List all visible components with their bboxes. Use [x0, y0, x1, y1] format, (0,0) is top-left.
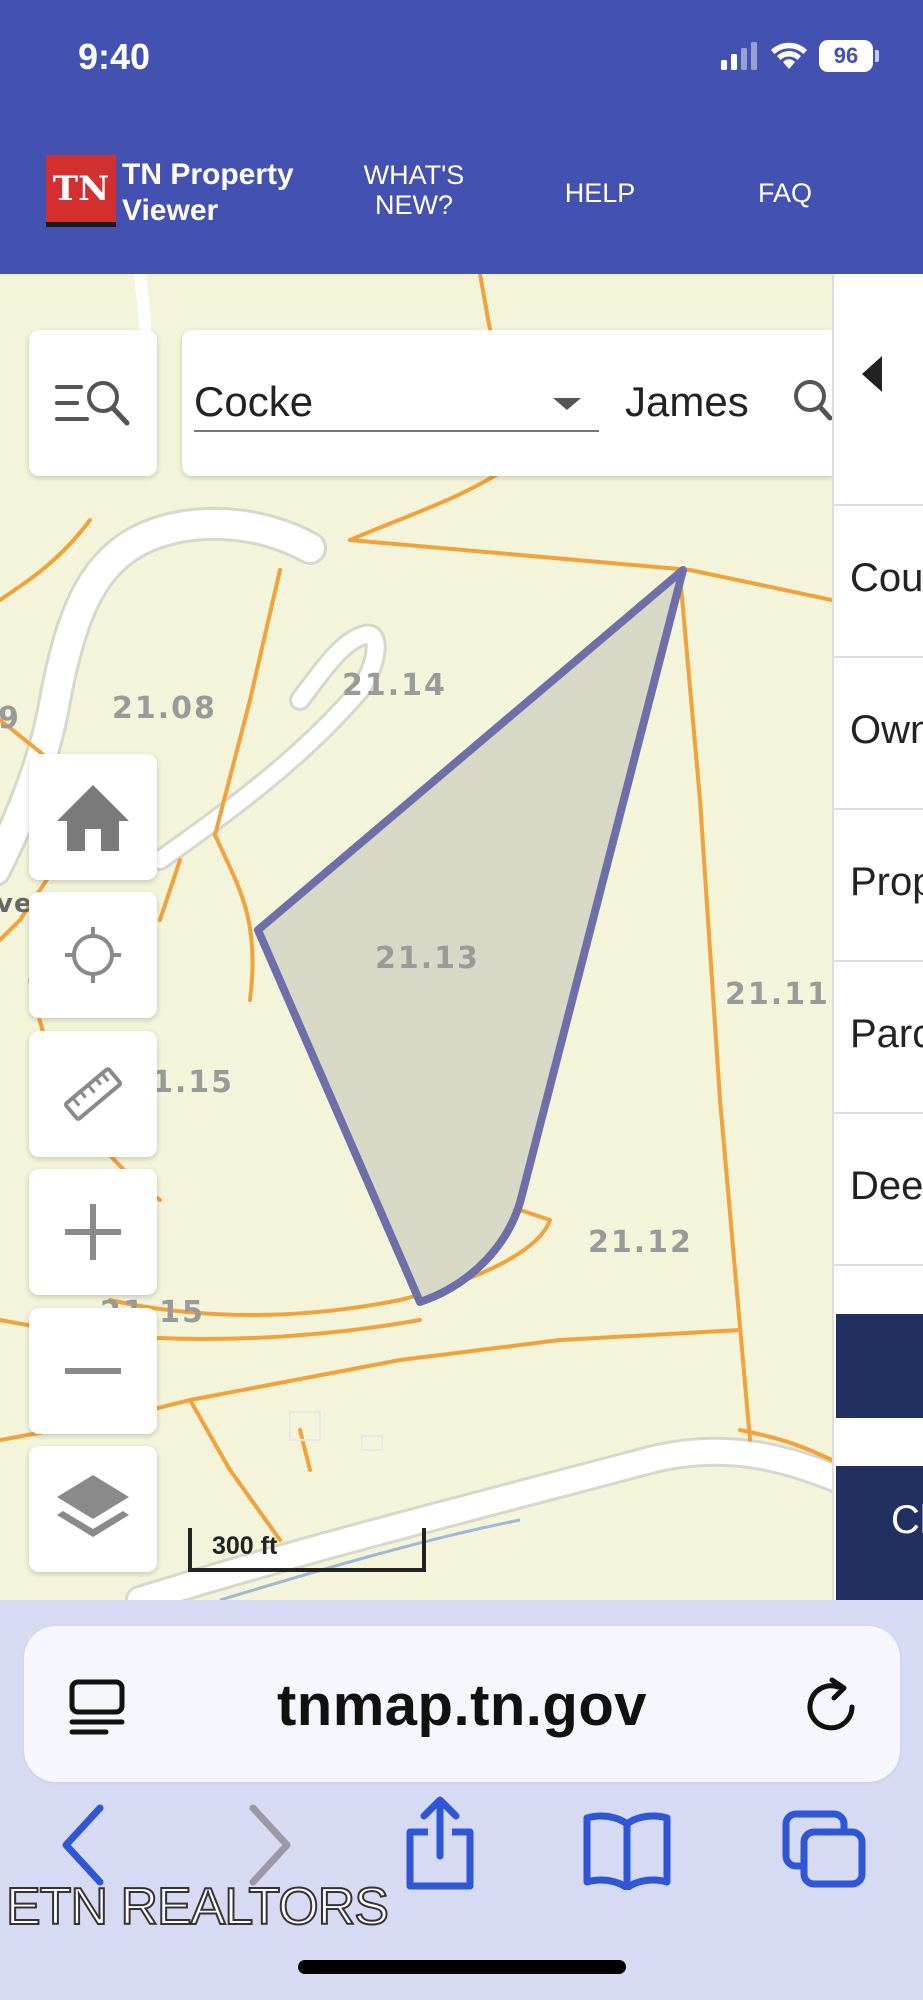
panel-clear-button[interactable]: Cl [836, 1466, 923, 1600]
zoom-out-button[interactable] [29, 1308, 157, 1434]
parcel-label: 21.12 [588, 1225, 693, 1260]
panel-action-button[interactable] [836, 1314, 923, 1418]
panel-row-owner: Own [834, 656, 923, 806]
map-scale-bar: 300 ft [188, 1528, 426, 1572]
search-bar: Cocke James [182, 330, 832, 476]
parcel-label: 21.14 [342, 668, 447, 703]
status-time: 9:40 [78, 36, 151, 77]
collapse-panel-icon[interactable] [862, 356, 882, 392]
battery-indicator: 96 [819, 40, 873, 72]
parcel-label: 1.15 [152, 1065, 234, 1100]
app-title[interactable]: TN Property Viewer [122, 157, 332, 229]
parcel-label: 9 [0, 701, 21, 736]
layers-button[interactable] [29, 1446, 157, 1572]
url-text: tnmap.tn.gov [276, 1673, 648, 1738]
plus-icon [65, 1204, 121, 1260]
battery-tip [875, 50, 879, 62]
nav-whats-new-line1: WHAT'S [363, 160, 465, 190]
tn-logo[interactable]: TN [46, 155, 116, 227]
locate-button[interactable] [29, 892, 157, 1018]
search-options-button[interactable] [29, 330, 157, 476]
home-icon [57, 785, 129, 851]
panel-row-label: Parc [850, 1012, 923, 1056]
ruler-icon [63, 1067, 123, 1121]
layers-icon [57, 1475, 129, 1537]
app-title-line1: TN Property [122, 158, 294, 191]
app-title-line2: Viewer [122, 194, 219, 227]
panel-row-label: Own [850, 708, 923, 752]
cellular-signal-icon [721, 42, 757, 70]
panel-row-label: Dee [850, 1164, 923, 1208]
home-button[interactable] [29, 754, 157, 880]
panel-row-property: Prop [834, 808, 923, 958]
parcel-details-panel: Cou Own Prop Parc Dee Cl [832, 274, 923, 1600]
nav-faq[interactable]: FAQ [740, 178, 830, 208]
county-select-value: Cocke [194, 378, 314, 425]
panel-row-deed: Dee [834, 1112, 923, 1262]
measure-button[interactable] [29, 1031, 157, 1157]
nav-whats-new[interactable]: WHAT'S NEW? [354, 160, 474, 220]
parcel-label: 21.08 [112, 691, 217, 726]
map-scale-label: 300 ft [212, 1532, 278, 1560]
dropdown-caret-icon [553, 398, 581, 410]
reload-icon[interactable] [800, 1676, 862, 1738]
watermark: ETN REALTORS [5, 1877, 390, 1937]
panel-clear-label: Cl [891, 1498, 923, 1542]
home-indicator[interactable] [298, 1960, 626, 1974]
zoom-in-button[interactable] [29, 1169, 157, 1295]
panel-row-label: Cou [850, 556, 923, 600]
parcel-label: 21.11 [725, 977, 830, 1012]
panel-row-parcel: Parc [834, 960, 923, 1110]
browser-bottom-bar: tnmap.tn.gov ETN REALTORS [0, 1600, 923, 2000]
minus-icon [65, 1368, 121, 1374]
app-header: 9:40 96 TN TN Property Viewer WHAT'S NEW… [0, 0, 923, 274]
tabs-icon[interactable] [782, 1810, 868, 1890]
panel-divider [834, 1264, 923, 1266]
county-select[interactable]: Cocke [194, 368, 599, 432]
filter-search-icon [55, 381, 130, 426]
nav-help[interactable]: HELP [550, 178, 650, 208]
bookmarks-icon[interactable] [582, 1810, 672, 1890]
parcel-label: 21.13 [375, 941, 480, 976]
search-icon[interactable] [792, 378, 832, 422]
panel-row-label: Prop [850, 860, 923, 904]
wifi-icon [771, 42, 807, 69]
status-icons: 96 [719, 40, 879, 72]
address-bar[interactable]: tnmap.tn.gov [24, 1626, 900, 1782]
crosshair-icon [65, 927, 121, 983]
share-icon[interactable] [402, 1796, 478, 1892]
nav-whats-new-line2: NEW? [374, 190, 453, 220]
panel-row-county: Cou [834, 504, 923, 654]
owner-search-input[interactable]: James [625, 378, 765, 426]
